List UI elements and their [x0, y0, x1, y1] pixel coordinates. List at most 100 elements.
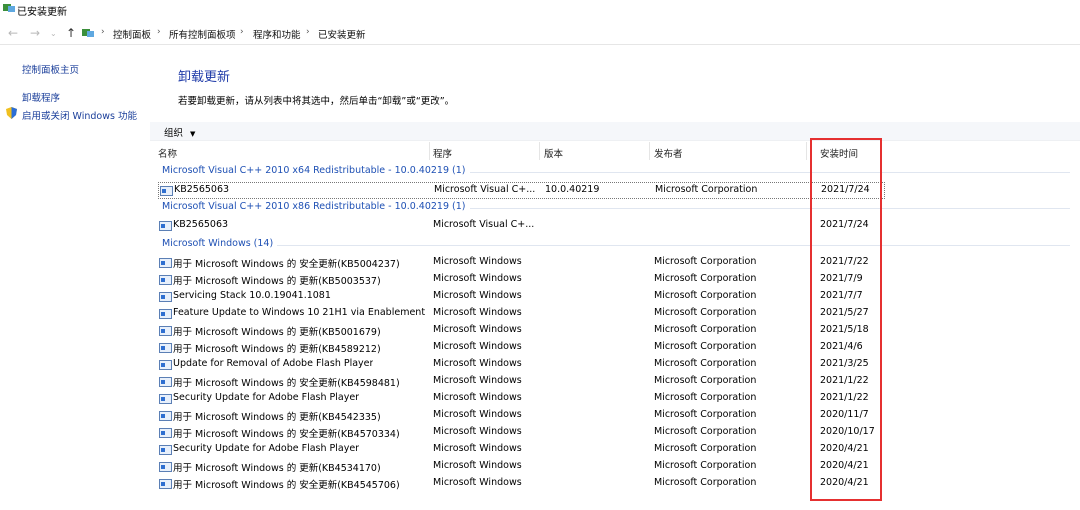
- title-bar: 已安装更新: [0, 0, 1080, 20]
- sidebar-item-windows-features[interactable]: 启用或关闭 Windows 功能: [22, 108, 137, 122]
- cell-program: Microsoft Windows: [433, 324, 522, 335]
- toolbar: 组织 ▼: [150, 122, 1080, 141]
- breadcrumb-programs[interactable]: 程序和功能: [253, 27, 301, 41]
- breadcrumb-control-panel[interactable]: 控制面板: [113, 27, 151, 41]
- back-arrow-icon[interactable]: ←: [8, 26, 18, 40]
- table-row[interactable]: Servicing Stack 10.0.19041.1081 Microsoft…: [158, 289, 883, 304]
- table-row[interactable]: Feature Update to Windows 10 21H1 via En…: [158, 306, 883, 321]
- table-row[interactable]: 用于 Microsoft Windows 的 更新(KB5001679) Micr…: [158, 323, 883, 338]
- cell-publisher: Microsoft Corporation: [654, 341, 757, 352]
- group-header[interactable]: Microsoft Visual C++ 2010 x86 Redistribu…: [162, 201, 466, 212]
- table-row[interactable]: 用于 Microsoft Windows 的 更新(KB4589212) Micr…: [158, 340, 883, 355]
- update-icon: [159, 411, 172, 421]
- table-row[interactable]: 用于 Microsoft Windows 的 更新(KB5003537) Micr…: [158, 272, 883, 287]
- cell-publisher: Microsoft Corporation: [654, 426, 757, 437]
- update-icon: [159, 309, 172, 319]
- table-row[interactable]: 用于 Microsoft Windows 的 安全更新(KB4598481) Mi…: [158, 374, 883, 389]
- cell-program: Microsoft Windows: [433, 443, 522, 454]
- cell-program: Microsoft Windows: [433, 460, 522, 471]
- location-icon: [82, 29, 94, 37]
- up-arrow-icon[interactable]: ↑: [66, 26, 76, 40]
- cell-name: 用于 Microsoft Windows 的 更新(KB4534170): [173, 463, 381, 474]
- cell-publisher: Microsoft Corporation: [654, 307, 757, 318]
- update-icon: [159, 479, 172, 489]
- highlight-box: [810, 138, 882, 501]
- cell-publisher: Microsoft Corporation: [654, 460, 757, 471]
- table-row[interactable]: Update for Removal of Adobe Flash Player…: [158, 357, 883, 372]
- group-divider: [470, 208, 1070, 209]
- column-divider[interactable]: [649, 142, 650, 160]
- organize-button[interactable]: 组织 ▼: [164, 125, 195, 139]
- cell-name: 用于 Microsoft Windows 的 安全更新(KB4598481): [173, 378, 400, 389]
- cell-name: Servicing Stack 10.0.19041.1081: [173, 290, 331, 301]
- cell-version: 10.0.40219: [545, 184, 600, 195]
- cell-publisher: Microsoft Corporation: [655, 184, 758, 195]
- group-divider: [470, 172, 1070, 173]
- breadcrumb-all-items[interactable]: 所有控制面板项: [169, 27, 236, 41]
- column-header-version[interactable]: 版本: [544, 146, 563, 160]
- group-header[interactable]: Microsoft Windows (14): [162, 238, 273, 249]
- cell-program: Microsoft Windows: [433, 426, 522, 437]
- update-icon: [159, 221, 172, 231]
- cell-publisher: Microsoft Corporation: [654, 375, 757, 386]
- cell-publisher: Microsoft Corporation: [654, 409, 757, 420]
- table-row[interactable]: 用于 Microsoft Windows 的 更新(KB4534170) Micr…: [158, 459, 883, 474]
- cell-name: 用于 Microsoft Windows 的 安全更新(KB4545706): [173, 480, 400, 491]
- cell-program: Microsoft Windows: [433, 273, 522, 284]
- column-divider[interactable]: [806, 142, 807, 160]
- column-header-publisher[interactable]: 发布者: [654, 146, 683, 160]
- table-row[interactable]: 用于 Microsoft Windows 的 更新(KB4542335) Micr…: [158, 408, 883, 423]
- cell-publisher: Microsoft Corporation: [654, 290, 757, 301]
- table-row[interactable]: Security Update for Adobe Flash Player Mi…: [158, 391, 883, 406]
- column-divider[interactable]: [539, 142, 540, 160]
- dropdown-arrow-icon: ▼: [190, 130, 196, 138]
- update-icon: [159, 428, 172, 438]
- cell-name: 用于 Microsoft Windows 的 安全更新(KB5004237): [173, 259, 400, 270]
- organize-label: 组织: [164, 128, 184, 139]
- table-row[interactable]: 用于 Microsoft Windows 的 安全更新(KB4545706) Mi…: [158, 476, 883, 491]
- cell-name: 用于 Microsoft Windows 的 更新(KB5003537): [173, 276, 381, 287]
- table-row[interactable]: 用于 Microsoft Windows 的 安全更新(KB4570334) Mi…: [158, 425, 883, 440]
- page-description: 若要卸载更新，请从列表中将其选中，然后单击“卸载”或“更改”。: [178, 96, 455, 107]
- breadcrumb-installed-updates[interactable]: 已安装更新: [318, 27, 366, 41]
- control-panel-icon: [3, 4, 15, 12]
- forward-arrow-icon[interactable]: →: [30, 26, 40, 40]
- cell-program: Microsoft Windows: [433, 307, 522, 318]
- cell-name: Feature Update to Windows 10 21H1 via En…: [173, 307, 428, 318]
- table-row[interactable]: Security Update for Adobe Flash Player Mi…: [158, 442, 883, 457]
- cell-program: Microsoft Windows: [433, 341, 522, 352]
- breadcrumb-separator-icon: ›: [240, 27, 244, 37]
- breadcrumb-separator-icon: ›: [306, 27, 310, 37]
- sidebar-item-uninstall-program[interactable]: 卸载程序: [22, 90, 60, 104]
- cell-name: Update for Removal of Adobe Flash Player: [173, 358, 374, 369]
- update-icon: [160, 186, 173, 196]
- shield-icon: [6, 107, 17, 119]
- cell-publisher: Microsoft Corporation: [654, 477, 757, 488]
- cell-name: 用于 Microsoft Windows 的 更新(KB4589212): [173, 344, 381, 355]
- update-icon: [159, 326, 172, 336]
- column-divider[interactable]: [429, 142, 430, 160]
- update-icon: [159, 462, 172, 472]
- cell-publisher: Microsoft Corporation: [654, 443, 757, 454]
- update-icon: [159, 445, 172, 455]
- recent-dropdown-icon[interactable]: ⌄: [50, 29, 57, 38]
- column-header-program[interactable]: 程序: [433, 146, 452, 160]
- cell-program: Microsoft Windows: [433, 392, 522, 403]
- group-header[interactable]: Microsoft Visual C++ 2010 x64 Redistribu…: [162, 165, 466, 176]
- cell-name: KB2565063: [173, 219, 229, 230]
- column-header-name[interactable]: 名称: [158, 146, 177, 160]
- cell-program: Microsoft Windows: [433, 477, 522, 488]
- cell-publisher: Microsoft Corporation: [654, 392, 757, 403]
- table-row[interactable]: KB2565063 Microsoft Visual C+... 2021/7/24: [158, 218, 883, 233]
- sidebar-item-control-panel-home[interactable]: 控制面板主页: [22, 62, 79, 76]
- update-icon: [159, 292, 172, 302]
- cell-program: Microsoft Windows: [433, 375, 522, 386]
- cell-name: 用于 Microsoft Windows 的 安全更新(KB4570334): [173, 429, 400, 440]
- table-row[interactable]: KB2565063 Microsoft Visual C+... 10.0.4021…: [158, 182, 885, 199]
- cell-program: Microsoft Visual C+...: [434, 184, 536, 195]
- cell-program: Microsoft Windows: [433, 290, 522, 301]
- table-row[interactable]: 用于 Microsoft Windows 的 安全更新(KB5004237) Mi…: [158, 255, 883, 270]
- update-icon: [159, 394, 172, 404]
- group-divider: [277, 245, 1070, 246]
- update-icon: [159, 343, 172, 353]
